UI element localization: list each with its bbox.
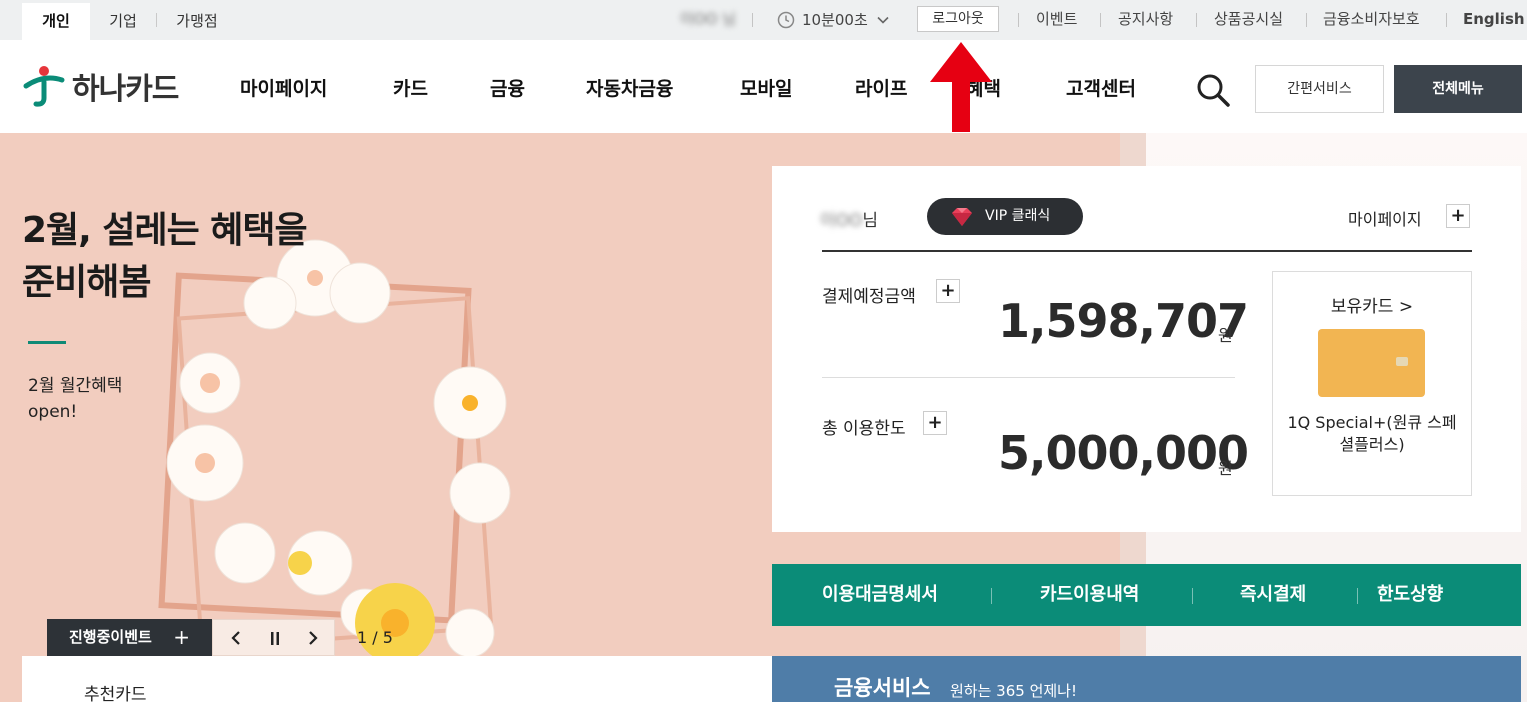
divider (1357, 588, 1358, 604)
banner-title-line: 준비해봄 (22, 262, 151, 303)
total-limit-amount: 5,000,000 (998, 426, 1249, 480)
banner-title-line: 2월, 설레는 혜택을 (22, 210, 308, 251)
main-header: 하나카드 마이페이지 카드 금융 자동차금융 모바일 라이프 혜택 고객센터 간… (0, 40, 1527, 133)
divider (1306, 13, 1307, 27)
chevron-down-icon (877, 16, 889, 24)
payment-due-amount: 1,598,707 (998, 294, 1249, 348)
red-arrow-annotation-icon (930, 42, 992, 132)
owned-cards-title: 보유카드 > (1330, 297, 1414, 317)
segment-merchant[interactable]: 가맹점 (157, 3, 237, 40)
finance-title: 금융서비스 (834, 676, 931, 700)
banner-title: 2월, 설레는 혜택을 준비해봄 (22, 205, 308, 309)
banner-accent-line (28, 341, 66, 344)
nav-mobile[interactable]: 모바일 (740, 74, 792, 101)
segment-business[interactable]: 기업 (90, 3, 156, 40)
credit-card-image (1318, 329, 1425, 397)
mypage-plus-icon[interactable]: + (1446, 204, 1470, 228)
recommend-section: 추천카드 (22, 656, 772, 702)
utility-bar: 개인 기업 가맹점 이OO 님 10분00초 로그아웃 이벤트 공지사항 상품공… (0, 0, 1527, 40)
prev-arrow-icon[interactable] (229, 630, 243, 646)
vip-grade-badge[interactable]: VIP 클래식 (927, 198, 1083, 235)
total-limit-label: 총 이용한도 (822, 419, 906, 439)
divider (1018, 13, 1019, 27)
session-timer[interactable]: 10분00초 (777, 0, 890, 40)
link-notice[interactable]: 공지사항 (1118, 0, 1173, 40)
link-english[interactable]: English (1463, 0, 1525, 40)
card-product-name: 1Q Special+(원큐 스페셜플러스) (1287, 413, 1457, 454)
carousel-controls (212, 619, 335, 656)
user-summary-panel: 이OO님 VIP 클래식 마이페이지 + 결제예정금액 + 1,598,707 … (772, 166, 1521, 532)
logo-text: 하나카드 (72, 72, 179, 107)
payment-due-plus-icon[interactable]: + (936, 279, 960, 303)
nav-life[interactable]: 라이프 (855, 74, 907, 101)
owned-cards-box[interactable]: 보유카드 > 1Q Special+(원큐 스페셜플러스) (1272, 271, 1472, 496)
banner-subtitle-line: open! (28, 402, 78, 422)
ongoing-events-label: 진행중이벤트 (69, 628, 152, 646)
divider (991, 588, 992, 604)
user-name-masked: 이OO 님 (680, 10, 736, 28)
all-menu-button[interactable]: 전체메뉴 (1394, 65, 1522, 113)
banner-subtitle-line: 2월 월간혜택 (28, 376, 123, 396)
nav-customer-center[interactable]: 고객센터 (1066, 74, 1136, 101)
hana-logo-icon (23, 66, 65, 107)
divider (1100, 13, 1101, 27)
next-arrow-icon[interactable] (306, 630, 320, 646)
pause-icon[interactable] (269, 631, 281, 646)
quick-statement[interactable]: 이용대금명세서 (822, 564, 938, 626)
banner-subtitle: 2월 월간혜택 open! (28, 373, 122, 425)
clock-icon (777, 11, 795, 29)
quick-menu-bar: 이용대금명세서 카드이용내역 즉시결제 한도상향 (772, 564, 1521, 626)
quick-instant-payment[interactable]: 즉시결제 (1240, 564, 1306, 626)
link-consumer-protection[interactable]: 금융소비자보호 (1323, 0, 1420, 40)
honorific: 님 (862, 211, 879, 231)
divider (752, 13, 753, 27)
carousel-page-indicator: 1 / 5 (357, 628, 393, 647)
card-chip-icon (1396, 357, 1408, 366)
mypage-link[interactable]: 마이페이지 (1348, 206, 1422, 230)
segment-personal[interactable]: 개인 (22, 3, 90, 40)
finance-service-section[interactable]: 금융서비스 원하는 365 언제나! (772, 656, 1521, 702)
logout-button[interactable]: 로그아웃 (917, 6, 999, 32)
currency-unit: 원 (1218, 459, 1233, 478)
user-name-masked: 이OO (820, 211, 863, 231)
link-product-disclosure[interactable]: 상품공시실 (1214, 0, 1283, 40)
hana-card-logo[interactable]: 하나카드 (22, 62, 179, 110)
user-name: 이OO님 (820, 206, 878, 231)
quick-usage-history[interactable]: 카드이용내역 (1040, 564, 1139, 626)
diamond-icon (952, 208, 972, 226)
total-limit-plus-icon[interactable]: + (923, 411, 947, 435)
stat-divider (822, 377, 1235, 378)
vip-label: VIP 클래식 (985, 208, 1051, 224)
currency-unit: 원 (1218, 326, 1233, 345)
nav-finance[interactable]: 금융 (490, 74, 525, 101)
link-events[interactable]: 이벤트 (1036, 0, 1077, 40)
simple-service-button[interactable]: 간편서비스 (1255, 65, 1384, 113)
ongoing-events-button[interactable]: 진행중이벤트 + (47, 619, 212, 656)
quick-limit-increase[interactable]: 한도상향 (1377, 564, 1443, 626)
divider (1196, 13, 1197, 27)
plus-icon: + (173, 625, 190, 649)
timer-text: 10분00초 (802, 11, 868, 29)
panel-divider (822, 250, 1472, 252)
nav-card[interactable]: 카드 (393, 74, 428, 101)
search-icon[interactable] (1193, 70, 1233, 110)
divider (1446, 13, 1447, 27)
nav-mypage[interactable]: 마이페이지 (240, 74, 327, 101)
divider (1192, 588, 1193, 604)
payment-due-label: 결제예정금액 (822, 287, 916, 307)
finance-subtitle: 원하는 365 언제나! (950, 682, 1077, 700)
recommend-title: 추천카드 (84, 685, 147, 702)
nav-auto-finance[interactable]: 자동차금융 (586, 74, 673, 101)
